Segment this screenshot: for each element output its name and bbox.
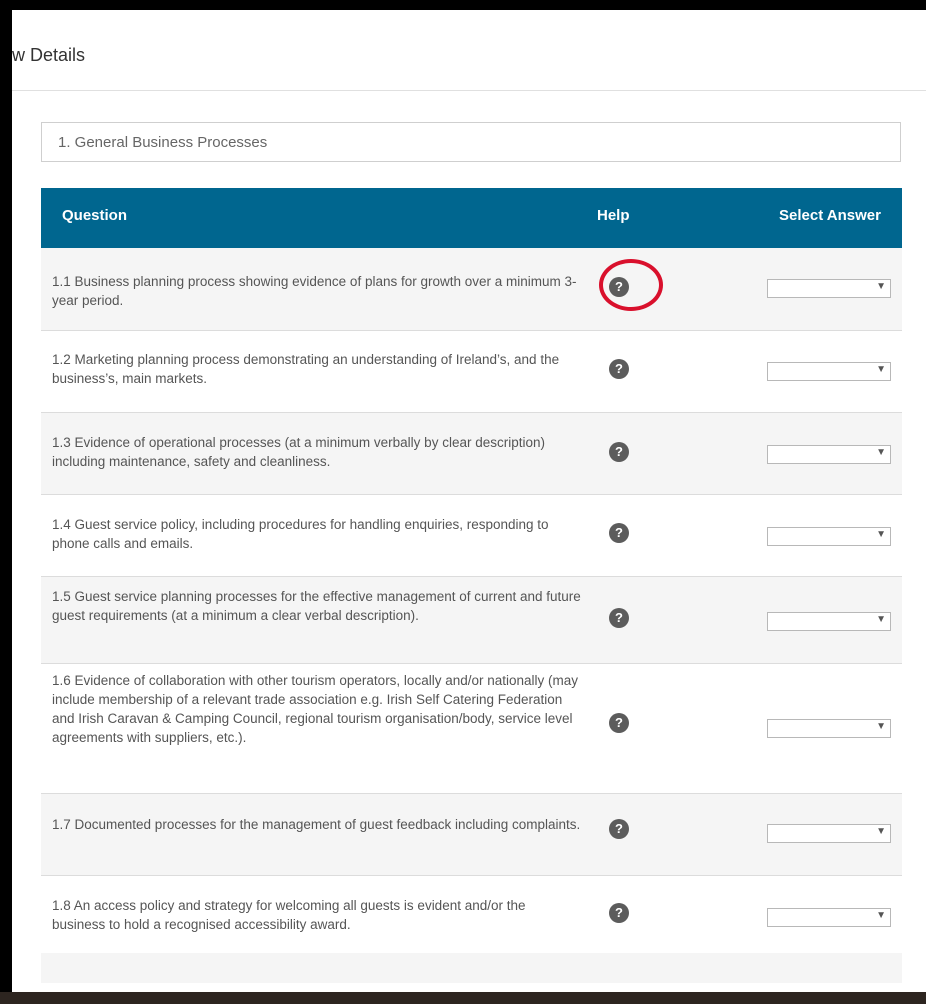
question-circle-icon[interactable]: ? [609,819,629,839]
question-circle-icon[interactable]: ? [609,903,629,923]
header-help: Help [597,207,630,224]
answer-select[interactable]: ▼ [767,719,891,738]
chevron-down-icon: ▼ [876,281,886,292]
details-modal: w Details 1. General Business Processes … [12,10,926,992]
questions-table: Question Help Select Answer 1.1 Business… [41,188,902,958]
question-text: 1.8 An access policy and strategy for we… [52,898,526,932]
answer-select[interactable]: ▼ [767,527,891,546]
chevron-down-icon: ▼ [876,826,886,837]
question-circle-icon[interactable]: ? [609,442,629,462]
screen-frame-left [0,0,12,1004]
header-question: Question [62,207,128,224]
chevron-down-icon: ▼ [876,910,886,921]
question-text: 1.5 Guest service planning processes for… [52,589,581,623]
section-title: 1. General Business Processes [41,122,901,162]
highlight-circle-annotation [599,259,663,311]
table-row: 1.1 Business planning process showing ev… [41,248,902,331]
table-row: 1.4 Guest service policy, including proc… [41,495,902,577]
question-text: 1.6 Evidence of collaboration with other… [52,673,579,745]
table-row: 1.2 Marketing planning process demonstra… [41,331,902,413]
answer-select[interactable]: ▼ [767,824,891,843]
question-text: 1.2 Marketing planning process demonstra… [52,352,560,386]
table-row: 1.3 Evidence of operational processes (a… [41,413,902,495]
question-circle-icon[interactable]: ? [609,523,629,543]
question-text: 1.7 Documented processes for the managem… [52,817,581,832]
table-row: 1.8 An access policy and strategy for we… [41,876,902,958]
modal-title: w Details [12,45,86,65]
chevron-down-icon: ▼ [876,529,886,540]
chevron-down-icon: ▼ [876,447,886,458]
chevron-down-icon: ▼ [876,721,886,732]
screen-frame-top [0,0,926,10]
question-text: 1.3 Evidence of operational processes (a… [52,435,545,469]
chevron-down-icon: ▼ [876,364,886,375]
table-row: 1.7 Documented processes for the managem… [41,794,902,876]
header-select-answer: Select Answer [779,207,881,224]
answer-select[interactable]: ▼ [767,362,891,381]
question-circle-icon[interactable]: ? [609,608,629,628]
next-row-partial [41,953,902,983]
modal-header: w Details [12,10,926,91]
answer-select[interactable]: ▼ [767,279,891,298]
answer-select[interactable]: ▼ [767,908,891,927]
question-circle-icon[interactable]: ? [609,713,629,733]
question-text: 1.1 Business planning process showing ev… [52,274,577,308]
question-text: 1.4 Guest service policy, including proc… [52,517,549,551]
chevron-down-icon: ▼ [876,614,886,625]
answer-select[interactable]: ▼ [767,612,891,631]
screen-frame-bottom [0,992,926,1004]
question-circle-icon[interactable]: ? [609,359,629,379]
answer-select[interactable]: ▼ [767,445,891,464]
table-header: Question Help Select Answer [41,188,902,248]
table-row: 1.5 Guest service planning processes for… [41,577,902,664]
table-row: 1.6 Evidence of collaboration with other… [41,664,902,794]
